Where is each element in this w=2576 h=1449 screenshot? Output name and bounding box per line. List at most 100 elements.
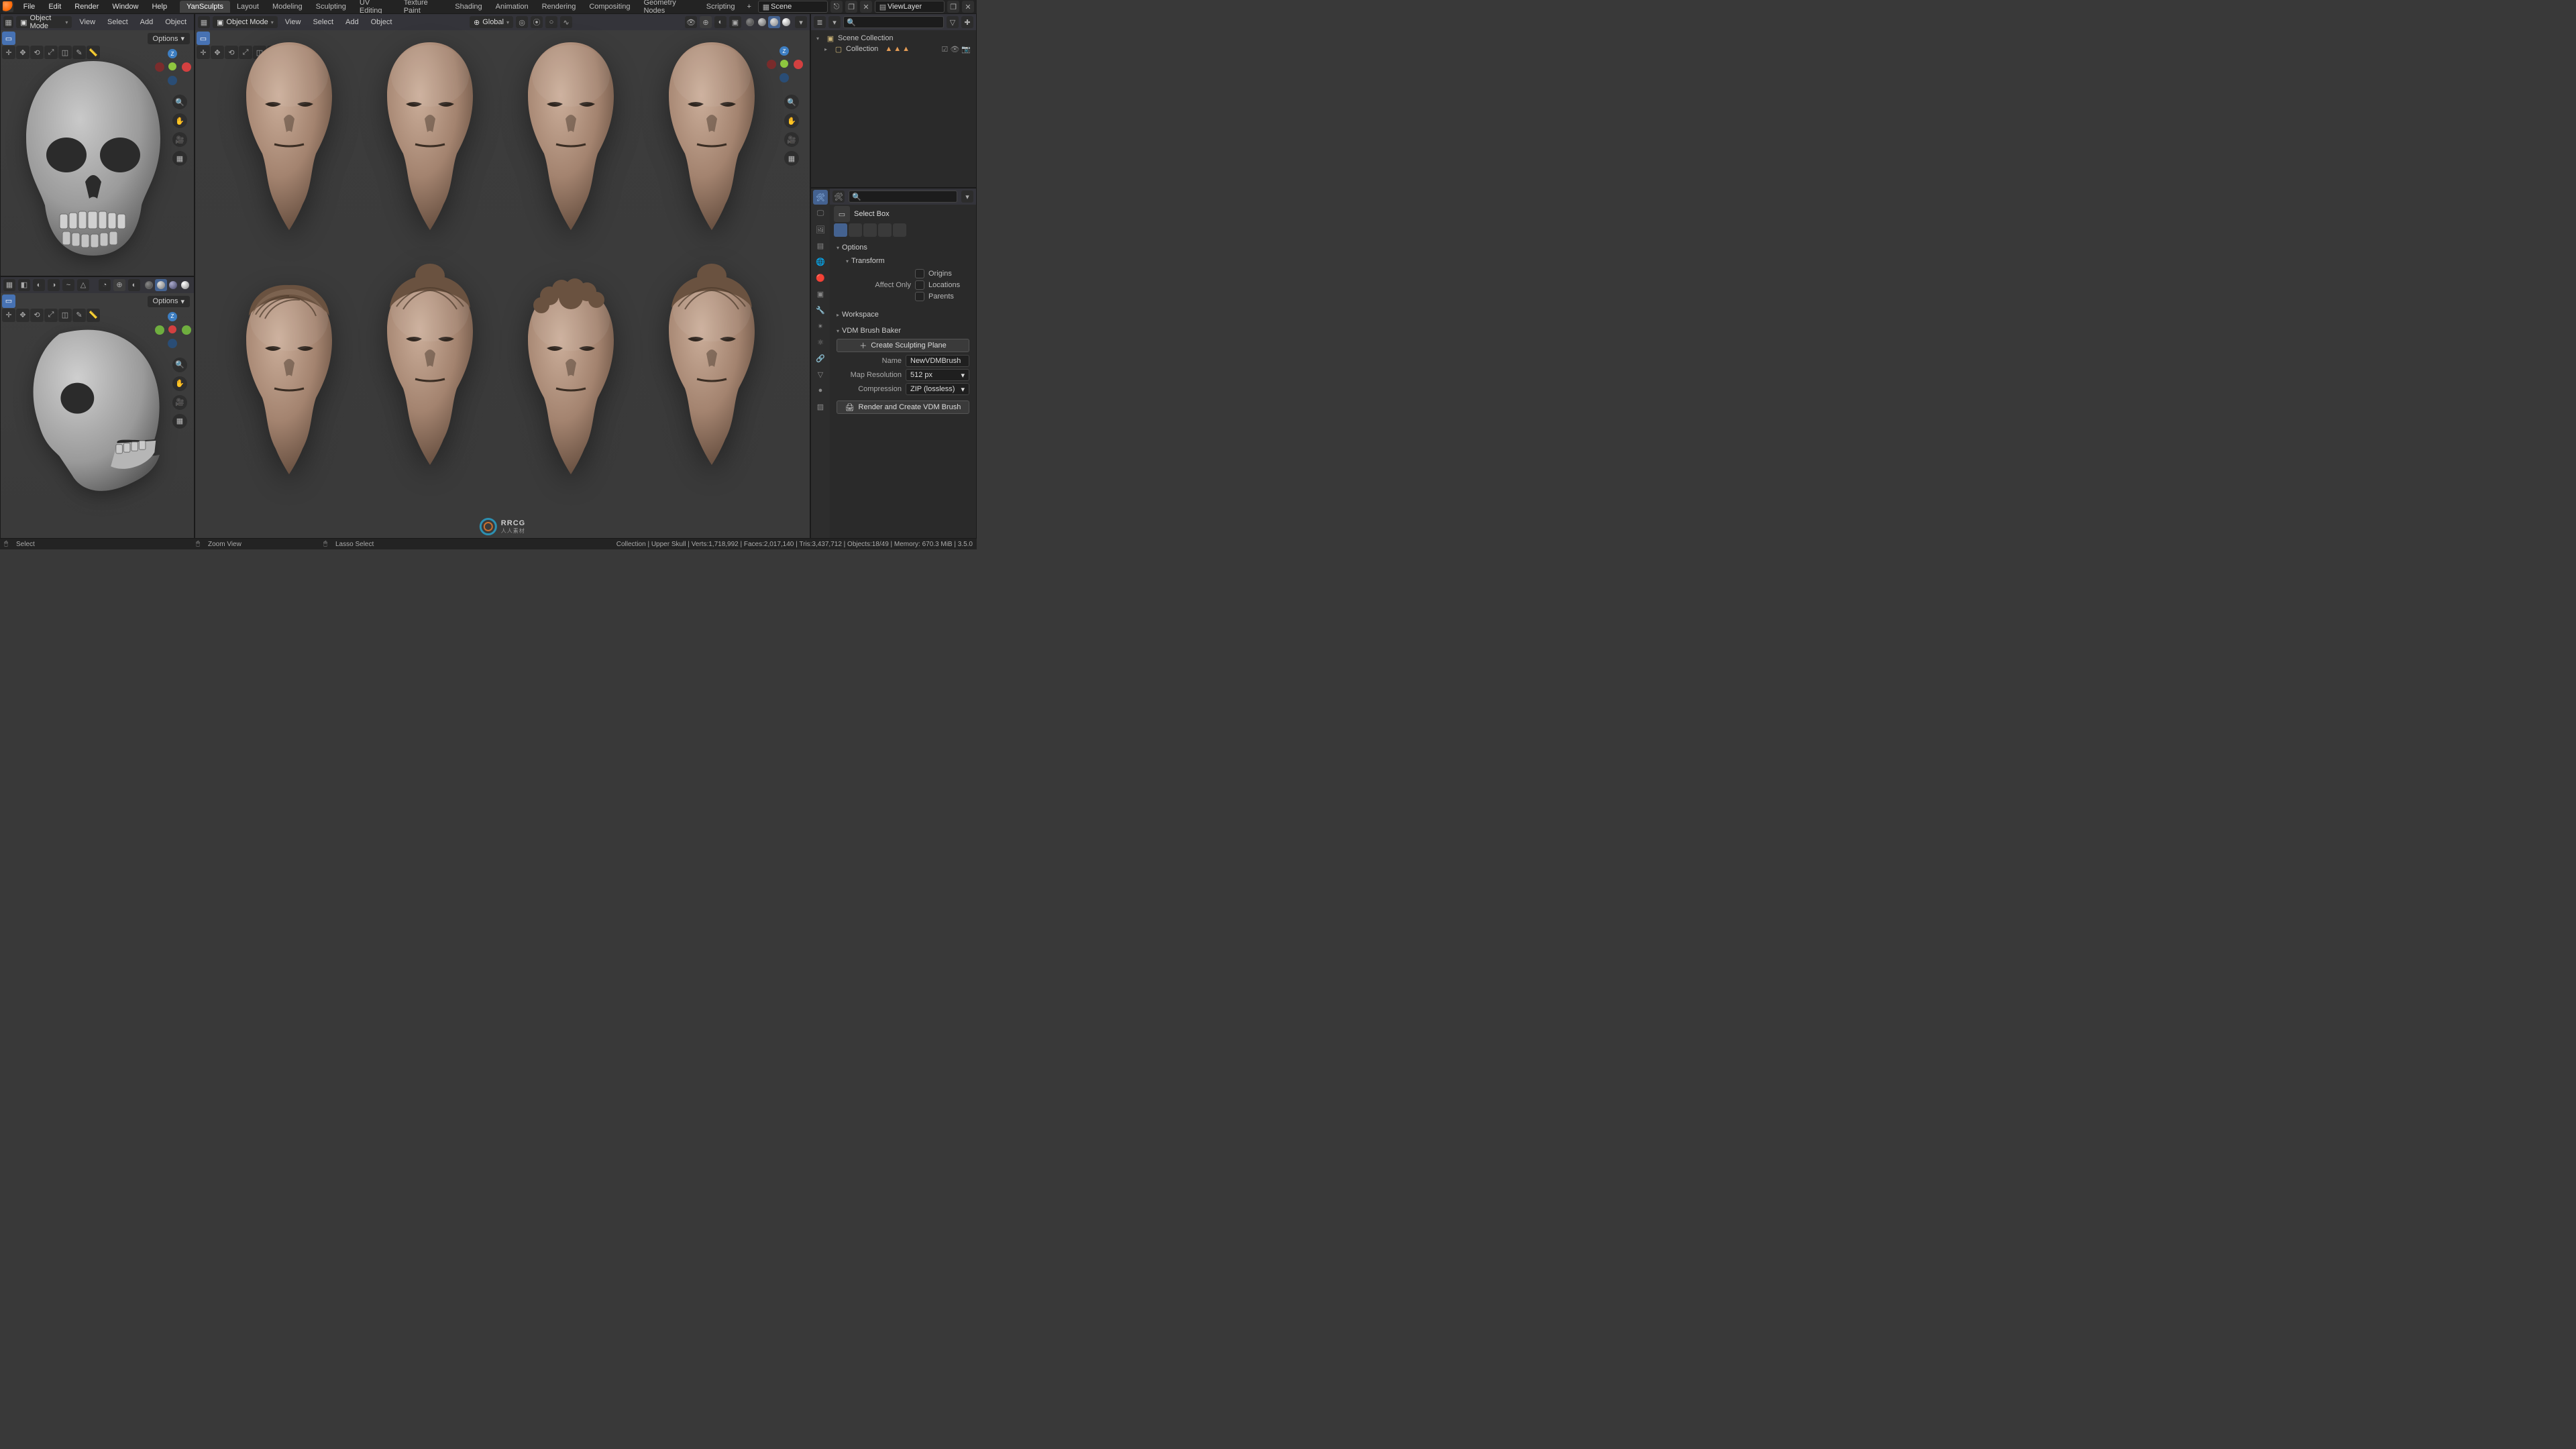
viewlayer-new-icon[interactable]: ❐ [947, 1, 959, 13]
proptab-tool[interactable]: 🛠 [813, 190, 828, 205]
mode-dropdown[interactable]: ▣Object Mode▾ [16, 16, 72, 28]
xray-icon[interactable]: ◐ [128, 279, 140, 291]
menu-edit[interactable]: Edit [42, 1, 67, 13]
viewlayer-delete-icon[interactable]: ✕ [962, 1, 974, 13]
workspace-tab-scripting[interactable]: Scripting [700, 1, 742, 13]
selectmode-lasso[interactable] [878, 223, 892, 237]
overlay-toggle-icon[interactable]: ◔ [99, 279, 111, 291]
shading-rendered-icon[interactable] [179, 279, 191, 291]
axis-x-icon[interactable] [794, 60, 803, 69]
selectmode-tweak[interactable] [834, 223, 847, 237]
tool-select-box[interactable]: ▭ [2, 32, 15, 45]
camera-icon[interactable]: 🎥 [172, 132, 187, 147]
proptab-modifier[interactable]: 🔧 [813, 303, 828, 317]
exclude-toggle-icon[interactable]: ☑ [941, 45, 948, 54]
shading-rendered-icon[interactable] [780, 16, 792, 28]
outliner-new-collection-icon[interactable]: ✚ [961, 16, 973, 28]
proptab-physics[interactable]: ⚛ [813, 335, 828, 350]
options-dropdown-bl[interactable]: Options▾ [148, 296, 190, 307]
nav-gizmo-center[interactable]: Z [768, 48, 800, 80]
workspace-tab-layout[interactable]: Layout [230, 1, 266, 13]
proptab-constraints[interactable]: 🔗 [813, 351, 828, 366]
tool-move[interactable]: ✥ [211, 46, 224, 59]
zoom-icon[interactable]: 🔍 [784, 95, 799, 109]
proptab-output[interactable]: 🖼 [813, 222, 828, 237]
viewlayer-name-input[interactable] [888, 3, 941, 11]
vp-view-menu[interactable]: View [280, 17, 306, 28]
proportional-icon[interactable]: ○ [545, 16, 557, 28]
visibility-toggle-icon[interactable]: 👁 [950, 45, 959, 54]
scene-delete-icon[interactable]: ✕ [860, 1, 872, 13]
workspace-tab-rendering[interactable]: Rendering [535, 1, 583, 13]
shading-matpreview-icon[interactable] [167, 279, 179, 291]
proptab-scene[interactable]: 🌐 [813, 254, 828, 269]
hdr-icon-1[interactable]: ◧ [18, 279, 30, 291]
menu-help[interactable]: Help [146, 1, 173, 13]
gizmo-toggle-icon[interactable]: ⊕ [113, 279, 125, 291]
create-sculpting-plane-button[interactable]: ＋Create Sculpting Plane [837, 339, 969, 352]
workspace-tab-compositing[interactable]: Compositing [582, 1, 637, 13]
mode-dropdown[interactable]: ▣Object Mode▾ [213, 16, 278, 28]
hdr-extra-icon[interactable]: ∿ [560, 16, 572, 28]
options-dropdown-tl[interactable]: Options▾ [148, 33, 190, 44]
panel-options-header[interactable]: ▾Options [831, 241, 975, 254]
shading-wireframe-icon[interactable] [143, 279, 155, 291]
snap-icon[interactable]: ⦿ [531, 16, 543, 28]
outliner-filter-icon[interactable]: ▽ [947, 16, 959, 28]
vp-object-menu[interactable]: Object [160, 17, 191, 28]
viewlayer-selector[interactable]: ▤ [875, 1, 945, 13]
tool-cursor[interactable]: ✛ [2, 309, 15, 322]
overlay-toggle-icon[interactable]: ◐ [714, 16, 727, 28]
pivot-icon[interactable]: ◎ [516, 16, 528, 28]
perspective-icon[interactable]: ▦ [172, 151, 187, 166]
shading-matpreview-icon[interactable] [768, 16, 780, 28]
outliner-editor-icon[interactable]: ≣ [814, 16, 826, 28]
viewport-bottom-left[interactable]: ▦ ◧ ◐ ◑ ~ △ ◔ ⊕ ◐ ▭ [0, 276, 195, 539]
hdr-icon-5[interactable]: △ [77, 279, 89, 291]
gizmo-toggle-icon[interactable]: ⊕ [700, 16, 712, 28]
editor-type-icon[interactable]: ▦ [3, 16, 13, 28]
scene-pin-icon[interactable]: ⎋ [830, 1, 843, 13]
viewport-top-left[interactable]: ▦ ▣Object Mode▾ View Select Add Object ▭… [0, 13, 195, 276]
menu-file[interactable]: File [17, 1, 42, 13]
props-search[interactable]: 🔍 [849, 191, 957, 203]
render-toggle-icon[interactable]: 📷 [961, 45, 971, 54]
vp-add-menu[interactable]: Add [341, 17, 364, 28]
proptab-texture[interactable]: ▨ [813, 399, 828, 414]
zoom-icon[interactable]: 🔍 [172, 95, 187, 109]
outliner-row-collection[interactable]: ▸▢ Collection ▲ ▲ ▲ ☑ 👁 📷 [815, 44, 972, 54]
shading-options-icon[interactable]: ▾ [795, 16, 807, 28]
proptab-world[interactable]: 🔴 [813, 270, 828, 285]
vp-object-menu[interactable]: Object [366, 17, 397, 28]
tool-cursor[interactable]: ✛ [197, 46, 210, 59]
menu-render[interactable]: Render [68, 1, 105, 13]
props-options-icon[interactable]: ▾ [961, 191, 973, 203]
scene-new-icon[interactable]: ❐ [845, 1, 857, 13]
proptab-material[interactable]: ● [813, 383, 828, 398]
vp-select-menu[interactable]: Select [103, 17, 133, 28]
proptab-particles[interactable]: ✴ [813, 319, 828, 333]
editor-type-icon[interactable]: ▦ [3, 279, 15, 291]
outliner-row-scene[interactable]: ▾▣ Scene Collection [815, 33, 972, 44]
axis-x-icon[interactable] [182, 62, 191, 72]
workspace-tab-animation[interactable]: Animation [489, 1, 535, 13]
shading-solid-icon[interactable] [155, 279, 167, 291]
shading-wireframe-icon[interactable] [744, 16, 756, 28]
workspace-add-button[interactable]: + [742, 1, 757, 13]
hdr-icon-4[interactable]: ~ [62, 279, 74, 291]
vp-select-menu[interactable]: Select [308, 17, 338, 28]
checkbox-locations[interactable]: Locations [915, 280, 968, 290]
props-editor-icon[interactable]: 🛠 [833, 191, 845, 203]
workspace-tab-shading[interactable]: Shading [448, 1, 488, 13]
checkbox-origins[interactable]: Origins [915, 269, 968, 278]
selectmode-extra[interactable] [893, 223, 906, 237]
outliner-search[interactable]: 🔍 [843, 16, 944, 28]
axis-y-icon[interactable] [182, 325, 191, 335]
tool-select-box[interactable]: ▭ [197, 32, 210, 45]
viewport-center[interactable]: ▦ ▣Object Mode▾ View Select Add Object ⊕… [195, 13, 810, 539]
map-resolution-dropdown[interactable]: 512 px▾ [906, 369, 969, 381]
visibility-icon[interactable]: 👁 [685, 16, 697, 28]
vp-add-menu[interactable]: Add [136, 17, 158, 28]
selectmode-circle[interactable] [863, 223, 877, 237]
panel-workspace-header[interactable]: ▸Workspace [831, 308, 975, 321]
